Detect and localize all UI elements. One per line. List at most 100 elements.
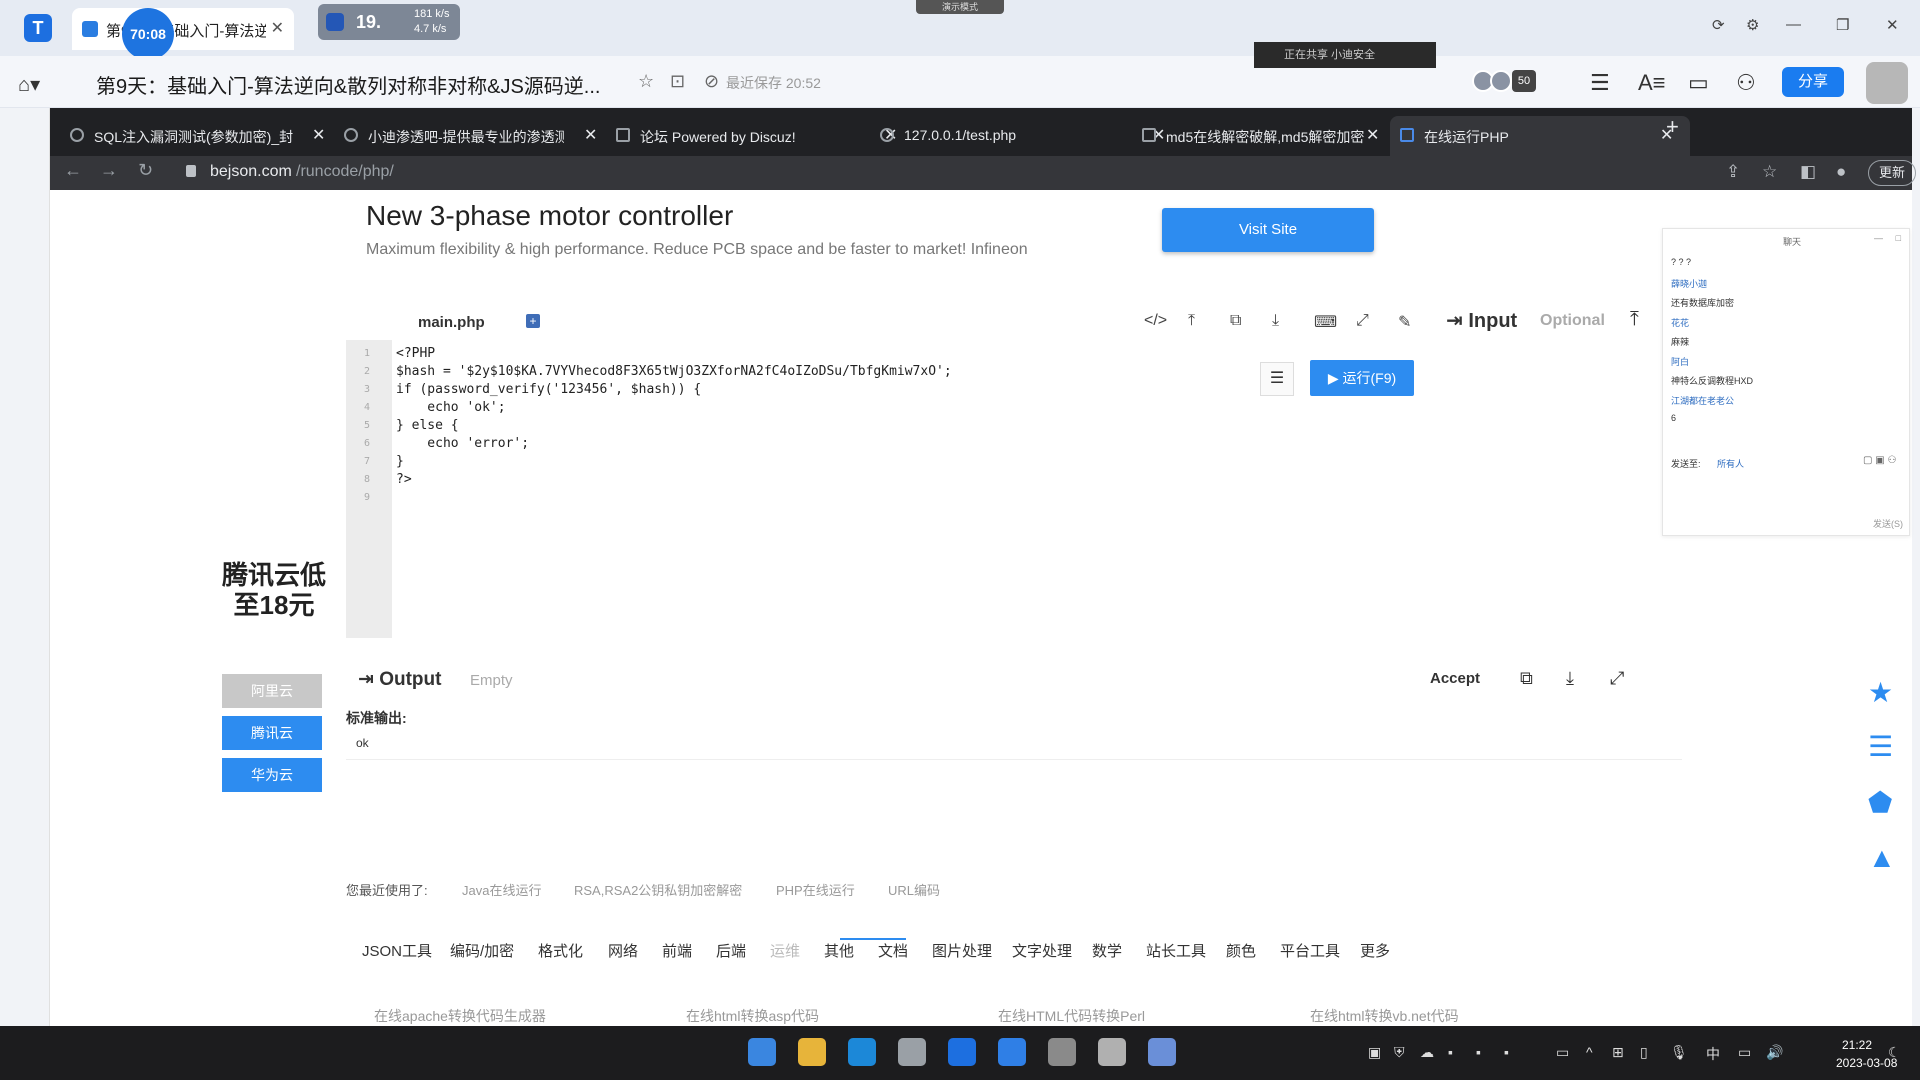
input-upload-icon[interactable]: ⤒ (1630, 308, 1639, 331)
close-window-icon[interactable]: ✕ (1886, 16, 1899, 34)
copy-output-icon[interactable]: ⧉ (1520, 668, 1533, 689)
tray-p-icon[interactable]: ▪ (1448, 1044, 1453, 1060)
category-image[interactable]: 图片处理 (932, 940, 992, 961)
minimize-icon[interactable]: — (1786, 16, 1801, 33)
favorite-star-icon[interactable]: ★ (1868, 676, 1893, 709)
fullscreen-icon[interactable]: ⤢ (1356, 312, 1369, 330)
tray-app-icon[interactable]: ▣ (1368, 1044, 1381, 1061)
move-icon[interactable]: ⊡ (670, 71, 685, 92)
keyboard-icon[interactable]: ⌨ (1314, 312, 1337, 332)
chat-tools-icon[interactable]: ▢ ▣ ⚇ (1863, 455, 1896, 466)
app-logo-icon[interactable]: T (24, 14, 52, 42)
code-line[interactable]: ?> (396, 472, 412, 487)
volume-icon[interactable]: 🔊 (1766, 1044, 1783, 1061)
tray-meeting-icon[interactable]: ▪ (1504, 1044, 1509, 1060)
update-button[interactable]: 更新 (1868, 160, 1916, 186)
recent-link[interactable]: RSA,RSA2公钥私钥加密解密 (574, 880, 742, 899)
download-output-icon[interactable]: ⤓ (1566, 668, 1574, 689)
bell-icon[interactable]: ⬟ (1868, 786, 1892, 819)
category-json[interactable]: JSON工具 (362, 940, 432, 961)
code-line[interactable]: <?PHP (396, 346, 435, 361)
home-icon[interactable]: ⌂▾ (18, 72, 40, 97)
tencent-cloud-button[interactable]: 腾讯云 (222, 716, 322, 750)
explorer-app-icon[interactable] (798, 1038, 826, 1066)
visit-site-button[interactable]: Visit Site (1162, 208, 1374, 252)
code-line[interactable]: } (396, 454, 404, 469)
tray-grid-icon[interactable]: ⊞ (1612, 1044, 1624, 1061)
tray-cloud-icon[interactable]: ☁ (1420, 1044, 1434, 1061)
category-encode[interactable]: 编码/加密 (450, 940, 514, 961)
recent-link[interactable]: Java在线运行 (462, 880, 541, 899)
present-icon[interactable]: ▭ (1688, 70, 1709, 96)
network-icon[interactable]: ▭ (1738, 1044, 1751, 1061)
share-icon[interactable]: ⇪ (1726, 162, 1740, 182)
code-line[interactable]: echo 'error'; (396, 436, 529, 451)
reload-icon[interactable]: ↻ (138, 160, 153, 181)
category-ops[interactable]: 运维 (770, 940, 800, 961)
profile-icon[interactable]: ● (1836, 162, 1846, 182)
category-backend[interactable]: 后端 (716, 940, 746, 961)
category-format[interactable]: 格式化 (538, 940, 583, 961)
browser-tab[interactable]: 127.0.0.1/test.php ✕ (870, 116, 1165, 156)
accept-label[interactable]: Accept (1430, 670, 1480, 687)
side-ad-title[interactable]: 腾讯云低至18元 (222, 560, 326, 620)
back-to-top-icon[interactable]: ▲ (1868, 842, 1896, 874)
share-button[interactable]: 分享 (1782, 67, 1844, 97)
timer-badge[interactable]: 70:08 (122, 8, 174, 60)
edge-app-icon[interactable] (848, 1038, 876, 1066)
run-button[interactable]: ▶ 运行(F9) (1310, 360, 1414, 396)
category-webmaster[interactable]: 站长工具 (1146, 940, 1206, 961)
category-more[interactable]: 更多 (1360, 940, 1390, 961)
refresh-icon[interactable]: ⟳ (1712, 16, 1725, 34)
app7-app-icon[interactable] (1048, 1038, 1076, 1066)
user-avatar[interactable] (1866, 62, 1908, 104)
address-bar-host[interactable]: bejson.com (210, 163, 292, 181)
notification-icon[interactable]: ☾ (1888, 1044, 1901, 1061)
tool-link[interactable]: 在线html转换asp代码 (686, 1006, 819, 1026)
category-frontend[interactable]: 前端 (662, 940, 692, 961)
list-icon[interactable]: ☰ (1868, 730, 1893, 763)
meeting-app-icon[interactable] (998, 1038, 1026, 1066)
host-tab-active[interactable]: 第9天：基础入门-算法逆… ✕ (72, 8, 294, 50)
tray-shield-icon[interactable]: ⛨ (1394, 1044, 1405, 1061)
document-title[interactable]: 第9天：基础入门-算法逆向&散列对称非对称&JS源码逆... (96, 70, 600, 99)
fullscreen-output-icon[interactable]: ⤢ (1610, 668, 1624, 689)
close-icon[interactable]: ✕ (312, 125, 325, 145)
minimize-icon[interactable]: — (1874, 233, 1883, 243)
microphone-icon[interactable]: 🎙 (1670, 1044, 1688, 1061)
category-other[interactable]: 其他 (824, 940, 854, 961)
clock-time[interactable]: 21:22 (1842, 1038, 1872, 1052)
close-icon[interactable]: ✕ (584, 125, 597, 145)
lock-icon[interactable] (186, 165, 196, 177)
sharing-indicator[interactable]: 演示模式 (916, 0, 1004, 14)
tray-monitor-icon[interactable]: ▭ (1556, 1044, 1569, 1061)
category-network[interactable]: 网络 (608, 940, 638, 961)
add-file-icon[interactable]: + (526, 314, 540, 328)
address-bar-path[interactable]: /runcode/php/ (296, 163, 394, 181)
recent-link[interactable]: URL编码 (888, 880, 940, 899)
category-color[interactable]: 颜色 (1226, 940, 1256, 961)
empty-label[interactable]: Empty (470, 672, 513, 689)
recent-link[interactable]: PHP在线运行 (776, 880, 855, 899)
bookmark-star-icon[interactable]: ☆ (1762, 162, 1777, 182)
start-app-icon[interactable] (748, 1038, 776, 1066)
star-icon[interactable]: ☆ (638, 71, 654, 92)
settings-icon[interactable]: ⚙ (1746, 16, 1759, 34)
send-target-dropdown[interactable]: 所有人 (1717, 457, 1744, 470)
tool-link[interactable]: 在线apache转换代码生成器 (374, 1006, 546, 1026)
huawei-cloud-button[interactable]: 华为云 (222, 758, 322, 792)
restore-icon[interactable]: ❐ (1836, 16, 1849, 34)
tray-expand-icon[interactable]: ^ (1586, 1044, 1593, 1060)
menu-icon[interactable]: ☰ (1590, 70, 1610, 96)
options-menu-button[interactable]: ☰ (1260, 362, 1294, 396)
new-tab-icon[interactable]: + (1666, 114, 1679, 140)
edit-icon[interactable]: ✎ (1398, 312, 1411, 332)
forward-icon[interactable]: → (100, 160, 118, 181)
ad-title[interactable]: New 3-phase motor controller (366, 200, 733, 232)
code-line[interactable]: echo 'ok'; (396, 400, 505, 415)
tray-battery-icon[interactable]: ▯ (1640, 1044, 1648, 1061)
category-platform[interactable]: 平台工具 (1280, 940, 1340, 961)
browser-tab[interactable]: 小迪渗透吧-提供最专业的渗透测 ✕ (334, 116, 604, 156)
close-icon[interactable]: ✕ (1366, 125, 1379, 145)
browser-tab-active[interactable]: 在线运行PHP ✕ (1390, 116, 1690, 156)
